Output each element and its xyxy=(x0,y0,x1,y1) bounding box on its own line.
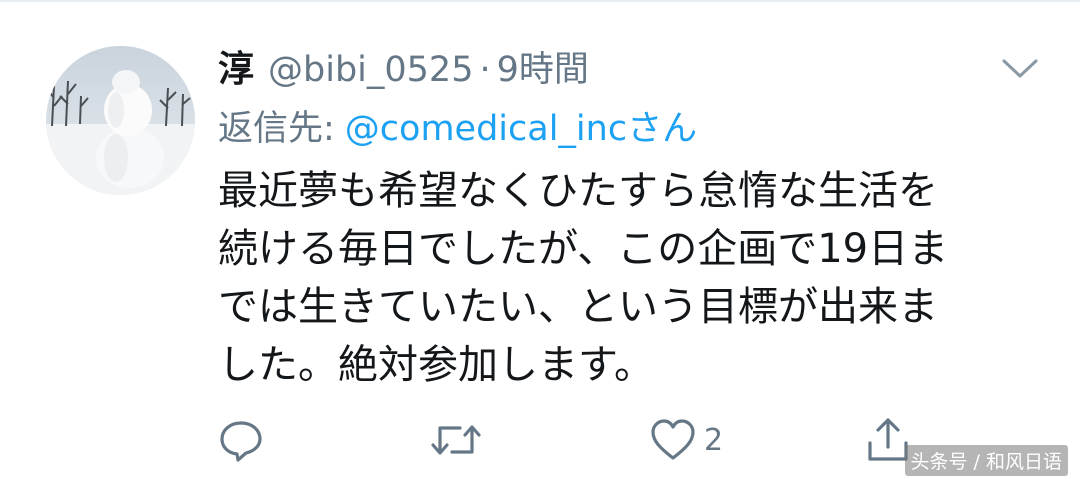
tweet-text-line: した。絶対参加します。 xyxy=(218,342,654,388)
retweet-icon xyxy=(430,418,482,462)
like-count: 2 xyxy=(704,422,724,458)
tweet-text: 最近夢も希望なくひたすら怠惰な生活を 続ける毎日でしたが、この企画で19日ま で… xyxy=(218,162,1008,394)
tweet-text-line: 最近夢も希望なくひたすら怠惰な生活を xyxy=(218,168,938,214)
tweet-text-line: では生きていたい、という目標が出来ま xyxy=(218,284,938,330)
timestamp[interactable]: 9時間 xyxy=(497,41,589,92)
reply-button[interactable] xyxy=(218,412,264,468)
heart-icon xyxy=(650,418,696,462)
tweet-text-line: 続ける毎日でしたが、この企画で19日ま xyxy=(218,226,949,272)
share-button[interactable] xyxy=(866,412,910,468)
retweet-button[interactable] xyxy=(430,412,482,468)
snowman-photo xyxy=(46,46,195,195)
display-name[interactable]: 淳 xyxy=(218,40,254,92)
reply-icon xyxy=(218,418,264,462)
share-icon xyxy=(866,417,910,463)
watermark: 头条号 / 和风日语 xyxy=(904,445,1068,476)
reply-target-link[interactable]: @comedical_incさん xyxy=(345,109,697,149)
like-button[interactable]: 2 xyxy=(650,412,723,468)
separator-dot: · xyxy=(479,50,491,90)
user-handle[interactable]: @bibi_0525 xyxy=(268,50,473,90)
action-bar: 2 xyxy=(218,412,918,468)
tweet[interactable]: 淳 @bibi_0525 · 9時間 返信先: @comedical_incさん … xyxy=(0,0,1080,486)
reply-context: 返信先: @comedical_incさん xyxy=(218,100,697,151)
tweet-header: 淳 @bibi_0525 · 9時間 xyxy=(218,40,589,90)
chevron-down-icon[interactable] xyxy=(1000,56,1040,82)
avatar[interactable] xyxy=(46,46,195,195)
reply-label: 返信先: xyxy=(218,109,335,149)
